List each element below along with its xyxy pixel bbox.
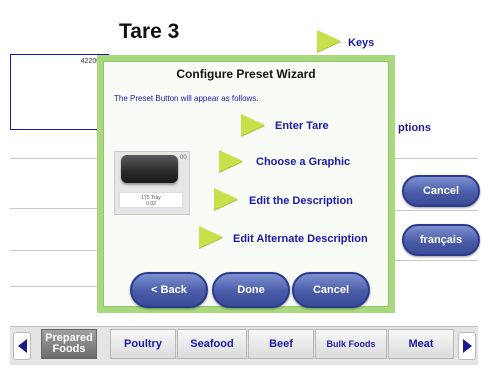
language-button[interactable]: français (402, 224, 480, 256)
edit-alt-description-arrow-icon[interactable] (199, 226, 223, 248)
divider (395, 210, 478, 211)
category-poultry[interactable]: Poultry (110, 329, 176, 359)
preset-desc-line2: 0.02 (146, 201, 156, 207)
category-prev-button[interactable] (13, 332, 31, 360)
option-edit-description[interactable]: Edit the Description (249, 195, 353, 207)
keys-label[interactable]: Keys (348, 37, 374, 49)
category-meat[interactable]: Meat (388, 329, 454, 359)
arrow-left-icon (17, 339, 27, 353)
category-bulk-foods[interactable]: Bulk Foods (315, 329, 387, 359)
options-label: ptions (398, 122, 431, 134)
divider (395, 158, 478, 159)
left-panel[interactable]: 422000 (10, 54, 109, 130)
dialog-cancel-button[interactable]: Cancel (292, 272, 370, 308)
divider (10, 250, 107, 251)
screen-title: Tare 3 (119, 20, 180, 43)
category-seafood[interactable]: Seafood (177, 329, 247, 359)
option-enter-tare[interactable]: Enter Tare (275, 120, 329, 132)
done-button[interactable]: Done (212, 272, 290, 308)
dialog-title: Configure Preset Wizard (176, 67, 316, 81)
enter-tare-arrow-icon[interactable] (241, 114, 265, 136)
preset-description: 175 Tray 0.02 (119, 192, 183, 208)
divider (10, 158, 107, 159)
keys-arrow-icon[interactable] (317, 30, 341, 52)
tray-graphic-icon (121, 155, 178, 183)
back-button[interactable]: < Back (130, 272, 208, 308)
screen-cancel-button[interactable]: Cancel (402, 175, 480, 207)
choose-graphic-arrow-icon[interactable] (219, 150, 243, 172)
divider (10, 208, 107, 209)
preset-corner-text: 00 (180, 155, 187, 161)
category-prepared-foods[interactable]: Prepared Foods (41, 329, 97, 359)
option-choose-graphic[interactable]: Choose a Graphic (256, 156, 350, 168)
dialog-instruction: The Preset Button will appear as follows… (114, 94, 259, 103)
edit-description-arrow-icon[interactable] (214, 188, 238, 210)
divider (395, 260, 478, 261)
category-beef[interactable]: Beef (248, 329, 314, 359)
category-next-button[interactable] (458, 332, 476, 360)
arrow-right-icon (462, 339, 472, 353)
divider (10, 286, 107, 287)
option-edit-alt-description[interactable]: Edit Alternate Description (233, 233, 368, 245)
